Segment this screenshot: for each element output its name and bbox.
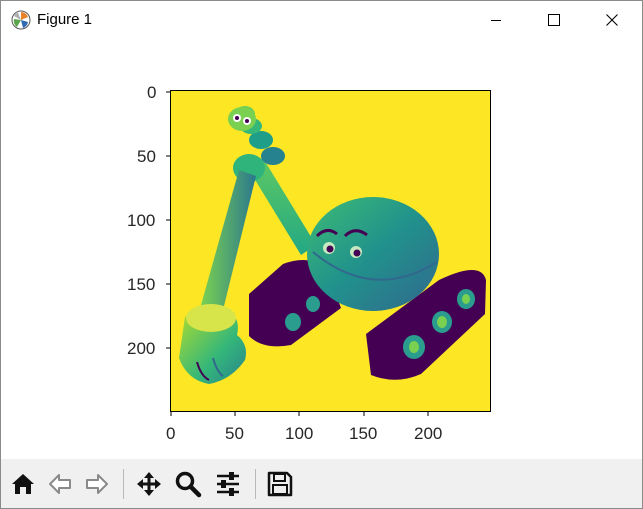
y-tick-label: 50	[137, 147, 156, 166]
home-button[interactable]	[6, 466, 40, 502]
pan-icon	[137, 472, 161, 496]
y-ticks	[166, 91, 170, 349]
navigation-toolbar	[1, 459, 642, 508]
save-button[interactable]	[263, 466, 297, 502]
back-icon	[49, 474, 71, 494]
maximize-icon	[548, 14, 560, 26]
configure-subplots-button[interactable]	[211, 466, 245, 502]
save-icon	[267, 471, 293, 497]
forward-icon	[86, 474, 108, 494]
toolbar-separator	[123, 469, 124, 499]
zoom-button[interactable]	[171, 466, 205, 502]
close-icon	[606, 14, 618, 26]
y-tick-label: 100	[127, 211, 156, 230]
y-tick-label: 200	[127, 339, 156, 358]
y-tick-label: 150	[127, 275, 156, 294]
figure-canvas[interactable]: 0 50 100 150 200 0 50 100 150 200	[1, 40, 642, 459]
x-tick-label: 200	[414, 424, 443, 443]
image-plot	[166, 90, 491, 416]
x-tick-label: 100	[285, 424, 314, 443]
window-title: Figure 1	[37, 11, 93, 28]
cab-body	[307, 197, 439, 311]
home-icon	[12, 474, 34, 494]
zoom-icon	[175, 471, 202, 498]
title-bar: Figure 1	[1, 1, 642, 39]
minimize-icon	[491, 20, 501, 21]
matplotlib-logo-icon	[11, 10, 31, 30]
x-tick-label: 0	[166, 424, 176, 443]
back-button[interactable]	[43, 466, 77, 502]
figure-window: Figure 1 0 50 100 150 200 0 50 100 150 2…	[0, 0, 643, 509]
y-tick-label: 0	[147, 83, 157, 102]
forward-button[interactable]	[80, 466, 114, 502]
x-tick-label: 50	[225, 424, 244, 443]
toolbar-separator	[255, 469, 256, 499]
close-button[interactable]	[583, 1, 641, 39]
maximize-button[interactable]	[525, 1, 583, 39]
x-ticks	[170, 412, 429, 416]
pan-button[interactable]	[132, 466, 166, 502]
configure-subplots-icon	[217, 472, 239, 496]
x-tick-label: 150	[349, 424, 378, 443]
minimize-button[interactable]	[467, 1, 525, 39]
